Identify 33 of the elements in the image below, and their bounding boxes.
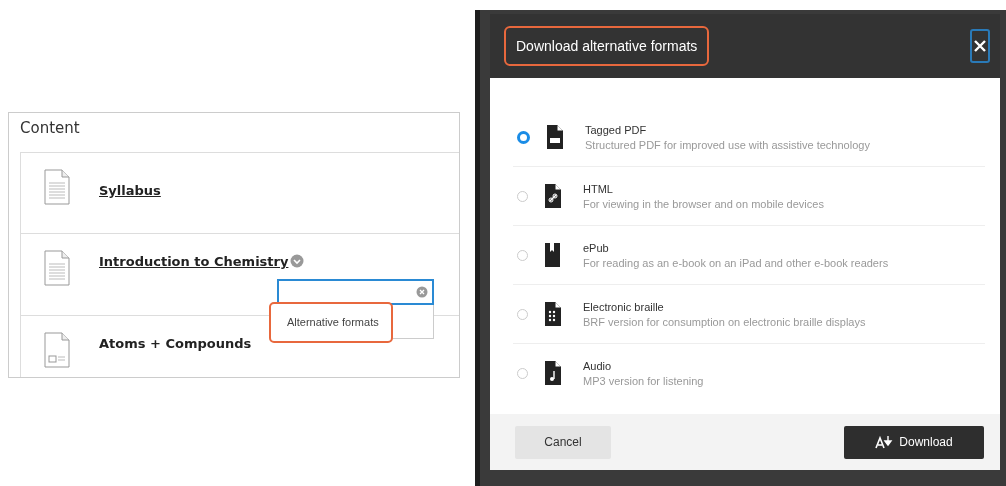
item-title: Atoms + Compounds (99, 336, 252, 351)
braille-file-icon (544, 302, 562, 326)
pdf-file-icon (546, 125, 564, 149)
option-description: For reading as an e-book on an iPad and other e-book readers (583, 256, 889, 269)
music-file-icon (544, 361, 562, 385)
option-label: Audio (583, 359, 613, 372)
option-description: BRF version for consumption on electronic braille displays (583, 315, 866, 328)
option-label: ePub (583, 241, 610, 254)
option-label: HTML (583, 182, 614, 195)
radio-button[interactable] (517, 130, 530, 144)
bookmark-book-icon (544, 243, 562, 267)
document-icon (44, 250, 71, 287)
dialog-title: Download alternative formats (504, 26, 710, 66)
close-button[interactable] (970, 29, 990, 63)
download-icon (875, 435, 894, 449)
file-icon (44, 332, 71, 369)
chevron-down-icon (290, 254, 305, 268)
search-field[interactable] (277, 279, 434, 305)
option-label: Tagged PDF (585, 123, 648, 136)
clear-icon (416, 286, 428, 298)
document-icon (44, 169, 71, 206)
cancel-button[interactable]: Cancel (515, 425, 611, 459)
option-description: Structured PDF for improved use with assistive technology (585, 138, 870, 151)
item-link[interactable]: Syllabus (99, 183, 161, 198)
close-icon (974, 40, 986, 52)
link-file-icon (544, 184, 562, 208)
menu-item[interactable]: Alternative formats (269, 302, 393, 343)
item-link[interactable]: Introduction to Chemistry (99, 254, 289, 269)
option-description: For viewing in the browser and on mobile devices (583, 197, 824, 210)
option-description: MP3 version for listening (583, 374, 704, 387)
option-label: Electronic braille (583, 300, 665, 313)
download-button[interactable]: Download (844, 425, 984, 459)
panel-title: Content (20, 118, 81, 139)
